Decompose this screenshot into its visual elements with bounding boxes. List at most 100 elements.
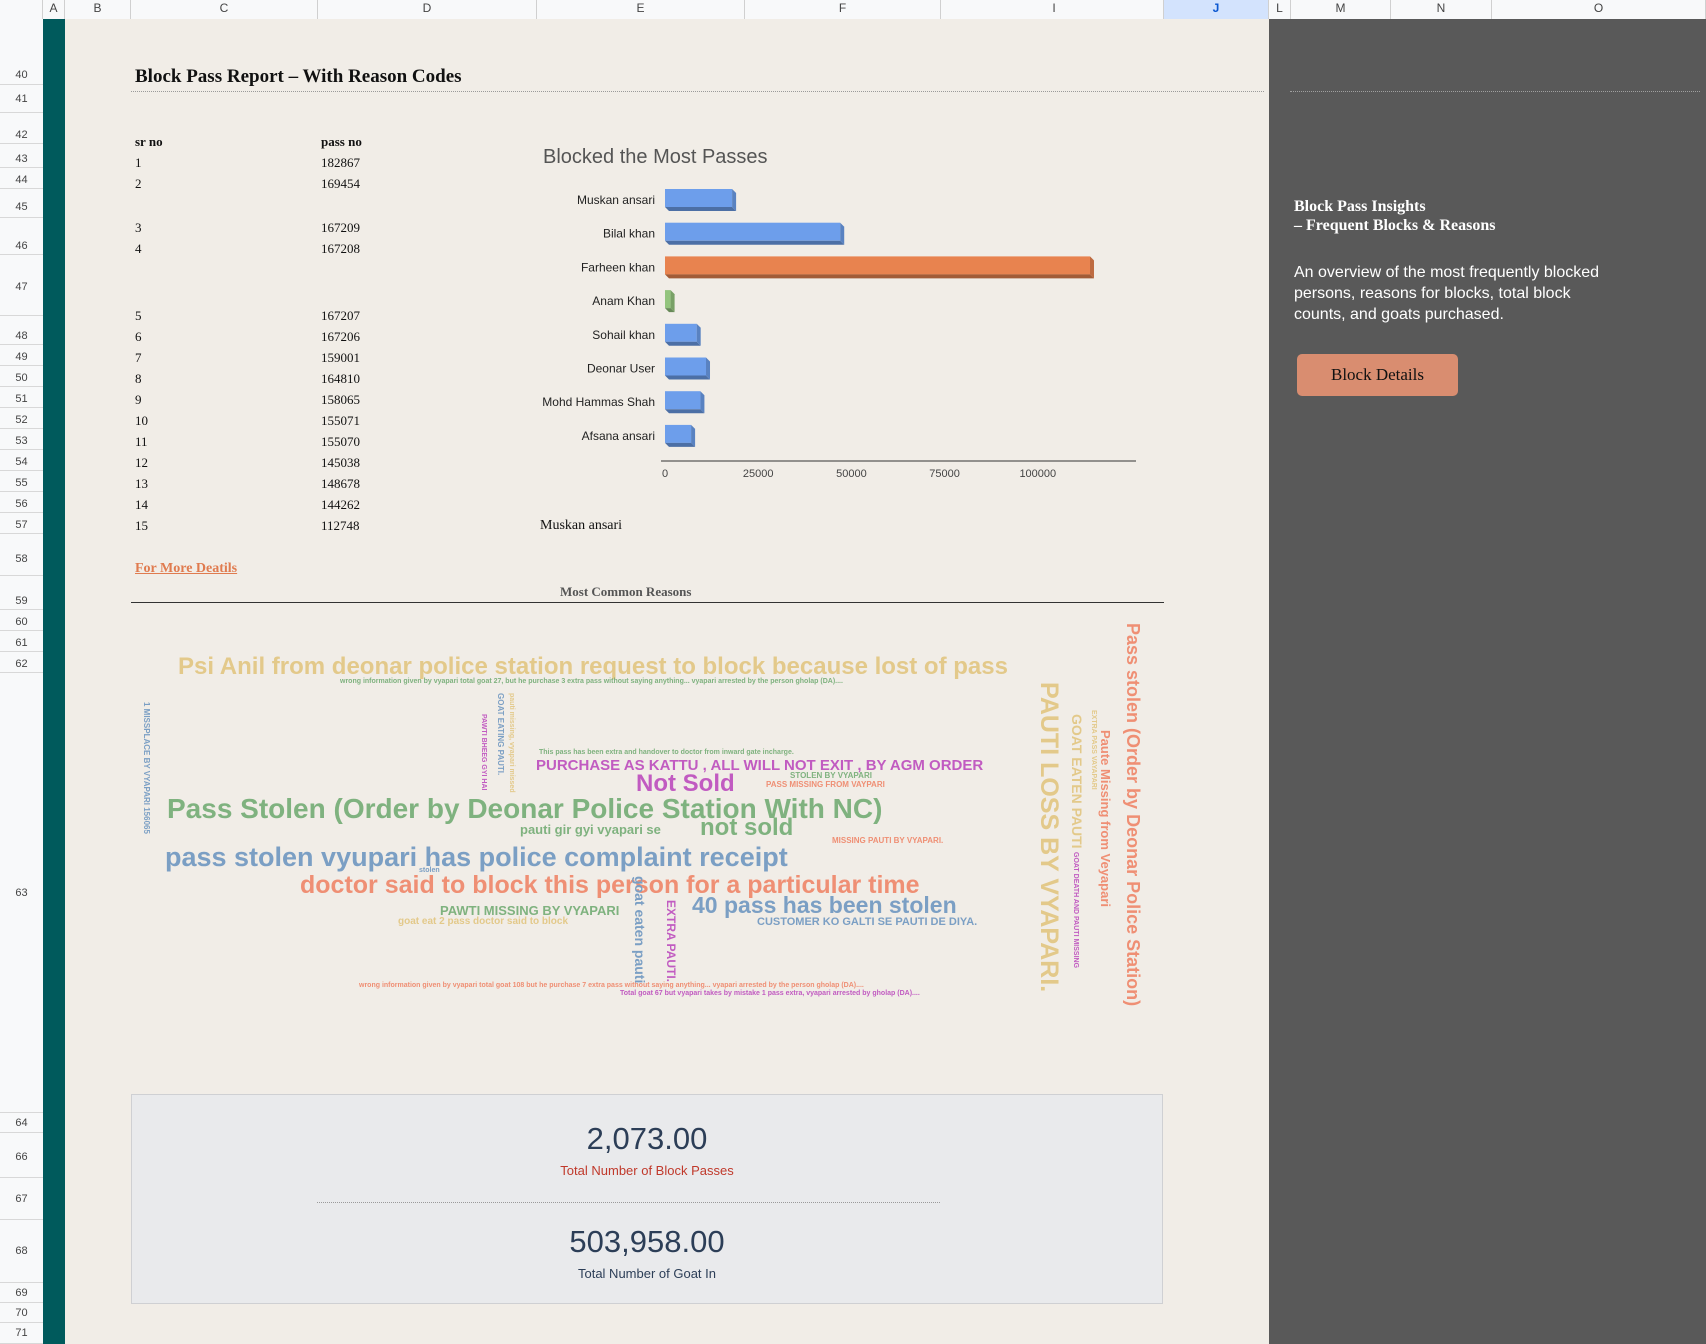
- block-details-button[interactable]: Block Details: [1297, 354, 1458, 396]
- row-header[interactable]: 50: [0, 369, 43, 387]
- sr-no-cell[interactable]: 7: [135, 350, 142, 366]
- column-header-f[interactable]: F: [745, 0, 941, 19]
- row-header[interactable]: 60: [0, 613, 43, 631]
- sr-no-cell[interactable]: 11: [135, 434, 148, 450]
- row-header[interactable]: 70: [0, 1303, 43, 1323]
- row-header[interactable]: 49: [0, 348, 43, 366]
- chart-category-label: Deonar User: [587, 362, 655, 376]
- row-header[interactable]: 44: [0, 171, 43, 189]
- sr-no-cell[interactable]: 15: [135, 518, 148, 534]
- sr-no-cell[interactable]: 8: [135, 371, 142, 387]
- row-header[interactable]: 66: [0, 1136, 43, 1178]
- column-header-a[interactable]: A: [43, 0, 65, 19]
- row-header[interactable]: 61: [0, 634, 43, 652]
- column-header-l[interactable]: L: [1269, 0, 1291, 19]
- selected-name-cell[interactable]: Muskan ansari: [540, 518, 622, 534]
- row-header[interactable]: 54: [0, 453, 43, 471]
- row-header[interactable]: 64: [0, 1113, 43, 1133]
- chart-bar[interactable]: [665, 357, 707, 376]
- sr-no-cell[interactable]: 12: [135, 455, 148, 471]
- sr-no-cell[interactable]: 6: [135, 329, 142, 345]
- row-header[interactable]: 55: [0, 474, 43, 492]
- pass-no-cell[interactable]: 145038: [321, 455, 360, 471]
- pass-no-cell[interactable]: 169454: [321, 176, 360, 192]
- sr-no-cell[interactable]: 9: [135, 392, 142, 408]
- column-header-b[interactable]: B: [65, 0, 131, 19]
- sr-no-cell[interactable]: 10: [135, 413, 148, 429]
- column-header-o[interactable]: O: [1492, 0, 1706, 19]
- row-header[interactable]: 43: [0, 150, 43, 168]
- row-header[interactable]: 42: [0, 126, 43, 144]
- column-header-n[interactable]: N: [1391, 0, 1492, 19]
- column-header-e[interactable]: E: [537, 0, 745, 19]
- row-header[interactable]: 52: [0, 411, 43, 429]
- sr-no-cell[interactable]: 14: [135, 497, 148, 513]
- teal-margin-strip: [43, 19, 65, 1344]
- reason-word: EXTRA PAUTI.: [664, 900, 678, 983]
- row-header[interactable]: 71: [0, 1323, 43, 1344]
- column-header-d[interactable]: D: [318, 0, 537, 19]
- pass-no-cell[interactable]: 182867: [321, 155, 360, 171]
- pass-no-cell[interactable]: 167206: [321, 329, 360, 345]
- more-details-link[interactable]: For More Deatils: [135, 561, 237, 577]
- chart-category-label: Afsana ansari: [582, 429, 655, 443]
- pass-no-cell[interactable]: 155071: [321, 413, 360, 429]
- sr-no-cell[interactable]: 5: [135, 308, 142, 324]
- row-header[interactable]: 67: [0, 1178, 43, 1220]
- pass-no-cell[interactable]: 167209: [321, 220, 360, 236]
- column-header-bar: A B C D E F I J L M N O: [0, 0, 1706, 20]
- row-header[interactable]: 57: [0, 516, 43, 534]
- select-all-corner[interactable]: [0, 0, 43, 19]
- row-header[interactable]: 45: [0, 196, 43, 218]
- row-header[interactable]: 48: [0, 327, 43, 345]
- row-header[interactable]: 41: [0, 85, 43, 113]
- chart-bar-shadow: [665, 442, 696, 447]
- reasons-title: Most Common Reasons: [560, 584, 692, 599]
- chart-bar[interactable]: [665, 256, 1090, 275]
- chart-category-label: Bilal khan: [603, 227, 655, 241]
- row-header[interactable]: 62: [0, 655, 43, 673]
- row-header[interactable]: 63: [0, 673, 43, 1113]
- pass-no-cell[interactable]: 159001: [321, 350, 360, 366]
- reason-word: PURCHASE AS KATTU , ALL WILL NOT EXIT , …: [536, 757, 984, 774]
- sr-no-cell[interactable]: 3: [135, 220, 142, 236]
- pass-no-cell[interactable]: 155070: [321, 434, 360, 450]
- pass-no-cell[interactable]: 167208: [321, 241, 360, 257]
- pass-no-cell[interactable]: 144262: [321, 497, 360, 513]
- chart-bar[interactable]: [665, 323, 697, 342]
- chart-bar[interactable]: [665, 424, 692, 443]
- reason-word: pauti gir gyi vyapari se: [520, 822, 661, 837]
- row-header[interactable]: 68: [0, 1220, 43, 1283]
- kpi-card: 2,073.00 Total Number of Block Passes 50…: [131, 1094, 1163, 1304]
- row-header[interactable]: 58: [0, 542, 43, 576]
- sr-no-cell[interactable]: 1: [135, 155, 142, 171]
- column-header-j[interactable]: J: [1164, 0, 1269, 19]
- chart-bar[interactable]: [665, 290, 671, 309]
- chart-bar[interactable]: [665, 222, 841, 241]
- pass-no-cell[interactable]: 148678: [321, 476, 360, 492]
- pass-no-header: pass no: [321, 134, 362, 149]
- chart-bar[interactable]: [665, 391, 701, 410]
- row-header[interactable]: 40: [0, 66, 43, 85]
- row-header[interactable]: 59: [0, 592, 43, 610]
- pass-no-cell[interactable]: 158065: [321, 392, 360, 408]
- column-header-m[interactable]: M: [1291, 0, 1391, 19]
- pass-no-cell[interactable]: 164810: [321, 371, 360, 387]
- row-header[interactable]: 46: [0, 237, 43, 255]
- pass-no-cell[interactable]: 112748: [321, 518, 360, 534]
- chart-x-tick-label: 0: [662, 468, 668, 480]
- sr-no-cell[interactable]: 2: [135, 176, 142, 192]
- row-header[interactable]: 47: [0, 259, 43, 316]
- row-header[interactable]: 56: [0, 495, 43, 513]
- row-header[interactable]: 53: [0, 432, 43, 450]
- row-header[interactable]: 69: [0, 1283, 43, 1303]
- row-header[interactable]: 51: [0, 390, 43, 408]
- sr-no-cell[interactable]: 4: [135, 241, 142, 257]
- chart-bar-shadow: [665, 274, 1094, 279]
- chart-bar[interactable]: [665, 189, 733, 207]
- column-header-c[interactable]: C: [131, 0, 318, 19]
- pass-no-cell[interactable]: 167207: [321, 308, 360, 324]
- reason-word: PASS MISSING FROM VAYPARI: [766, 780, 885, 789]
- sr-no-cell[interactable]: 13: [135, 476, 148, 492]
- column-header-i[interactable]: I: [945, 0, 1164, 19]
